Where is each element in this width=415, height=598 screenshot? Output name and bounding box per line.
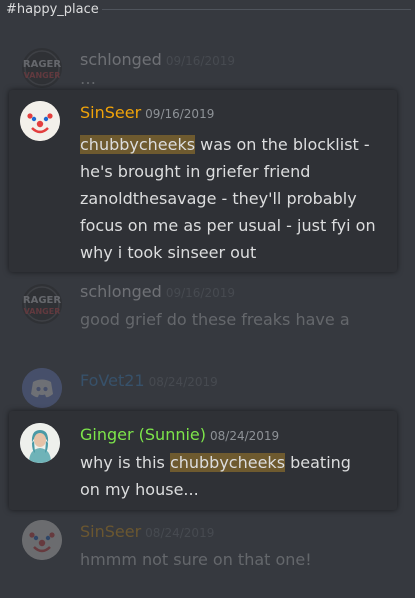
author-label[interactable]: SinSeer	[80, 522, 141, 541]
author-label[interactable]: Ginger (Sunnie)	[80, 425, 206, 444]
message-line-4: focus on me as per usual - just fyi on	[80, 216, 376, 235]
author-name[interactable]: SinSeer 09/16/2019	[80, 103, 214, 122]
author-name[interactable]: SinSeer 08/24/2019	[80, 522, 214, 541]
message-sinseer-highlighted[interactable]: SinSeer 09/16/2019 chubbycheeks was on th…	[9, 90, 397, 272]
user-photo-icon[interactable]	[20, 423, 60, 463]
clown-icon[interactable]	[20, 101, 60, 141]
message-line-1: why is this chubbycheeks beating	[80, 453, 351, 472]
message-fovet21[interactable]: FoVet21 08/24/2019	[0, 360, 415, 410]
mention-highlight[interactable]: chubbycheeks	[80, 135, 196, 154]
timestamp: 09/16/2019	[165, 54, 235, 68]
message-line-2: he's brought in griefer friend	[80, 162, 311, 181]
message-ginger-highlighted[interactable]: Ginger (Sunnie) 08/24/2019 why is this ch…	[9, 411, 397, 510]
message-text: …	[80, 74, 96, 86]
author-label[interactable]: SinSeer	[80, 103, 141, 122]
svg-text:VANGER: VANGER	[24, 307, 61, 316]
message-sinseer-faded[interactable]: SinSeer 08/24/2019 hmmm not sure on that …	[0, 516, 415, 576]
svg-text:RAGER: RAGER	[23, 295, 61, 306]
author-name[interactable]: schlonged 09/16/2019	[80, 50, 235, 69]
svg-text:RAGER: RAGER	[23, 59, 61, 70]
message-text: chubbycheeks was on the blocklist - he's…	[80, 131, 392, 266]
message-text: good grief do these freaks have a	[80, 310, 350, 329]
discord-logo-icon[interactable]	[22, 368, 62, 408]
timestamp: 08/24/2019	[148, 375, 218, 389]
timestamp: 08/24/2019	[145, 526, 215, 540]
message-schlonged-2[interactable]: RAGER VANGER schlonged 09/16/2019 good gr…	[0, 276, 415, 336]
message-line-5: why i took sinseer out	[80, 243, 257, 262]
author-name[interactable]: Ginger (Sunnie) 08/24/2019	[80, 425, 279, 444]
author-name[interactable]: FoVet21 08/24/2019	[80, 371, 218, 390]
header-divider	[102, 9, 411, 10]
clown-icon[interactable]	[22, 520, 62, 560]
author-name[interactable]: schlonged 09/16/2019	[80, 282, 235, 301]
message-line-1: chubbycheeks was on the blocklist -	[80, 135, 370, 154]
message-schlonged-1[interactable]: RAGER VANGER schlonged 09/16/2019 …	[0, 38, 415, 88]
channel-header: #happy_place	[0, 0, 415, 22]
timestamp: 09/16/2019	[165, 286, 235, 300]
message-text: hmmm not sure on that one!	[80, 550, 312, 569]
timestamp: 08/24/2019	[210, 429, 280, 443]
mention-highlight[interactable]: chubbycheeks	[169, 453, 286, 472]
message-line-3: zanoldthesavage - they'll probably	[80, 189, 357, 208]
author-label[interactable]: schlonged	[80, 50, 162, 69]
rager-logo-icon[interactable]: RAGER VANGER	[22, 48, 62, 88]
channel-name[interactable]: #happy_place	[6, 2, 99, 17]
author-label[interactable]: schlonged	[80, 282, 162, 301]
author-label[interactable]: FoVet21	[80, 371, 145, 390]
svg-text:VANGER: VANGER	[24, 71, 61, 80]
message-text: why is this chubbycheeks beating on my h…	[80, 449, 392, 503]
timestamp: 09/16/2019	[145, 107, 215, 121]
rager-logo-icon[interactable]: RAGER VANGER	[22, 284, 62, 324]
message-line-2: on my house...	[80, 480, 199, 499]
